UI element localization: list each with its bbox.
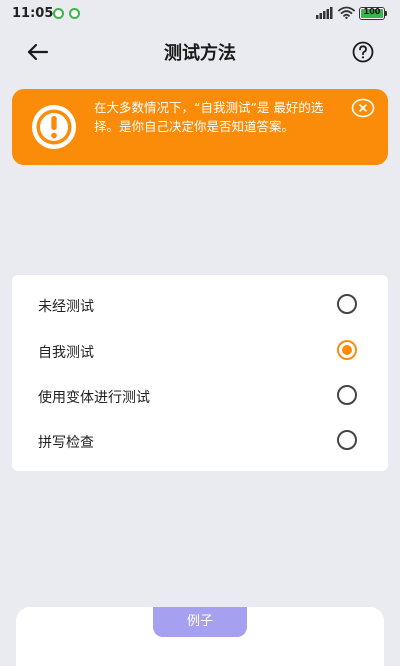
notification-dot-icon xyxy=(69,8,80,19)
option-self-test[interactable]: 自我测试 xyxy=(12,329,388,374)
radio-button[interactable] xyxy=(337,385,357,405)
status-time: 11:05 xyxy=(12,6,54,21)
page-title: 测试方法 xyxy=(164,43,236,64)
exclamation-circle-icon xyxy=(32,105,76,149)
info-banner: 在大多数情况下，“自我测试”是 最好的选择。是你自己决定你是否知道答案。 xyxy=(12,89,388,165)
radio-button-selected[interactable] xyxy=(337,340,357,360)
signal-icon xyxy=(316,7,333,19)
option-label: 未经测试 xyxy=(38,299,94,315)
app-bar: 测试方法 xyxy=(0,30,400,74)
option-label: 自我测试 xyxy=(38,345,94,361)
option-label: 拼写检查 xyxy=(38,435,94,451)
radio-button[interactable] xyxy=(337,294,357,314)
battery-tip xyxy=(385,11,387,16)
question-circle-icon[interactable] xyxy=(350,39,376,65)
battery-icon: 100 xyxy=(359,7,385,20)
option-variant-test[interactable]: 使用变体进行测试 xyxy=(12,374,388,419)
option-label: 使用变体进行测试 xyxy=(38,390,150,406)
close-circle-icon[interactable] xyxy=(351,98,375,118)
example-tab[interactable]: 例子 xyxy=(153,607,247,637)
status-bar: 11:05 100 xyxy=(0,0,400,28)
banner-message: 在大多数情况下，“自我测试”是 最好的选择。是你自己决定你是否知道答案。 xyxy=(94,100,324,134)
option-spell-check[interactable]: 拼写检查 xyxy=(12,419,388,464)
option-untested[interactable]: 未经测试 xyxy=(12,283,388,328)
test-method-options: 未经测试 自我测试 使用变体进行测试 拼写检查 xyxy=(12,275,388,471)
wifi-icon xyxy=(338,6,355,19)
notification-dot-icon xyxy=(53,8,64,19)
battery-level: 100 xyxy=(363,7,381,16)
radio-button[interactable] xyxy=(337,430,357,450)
